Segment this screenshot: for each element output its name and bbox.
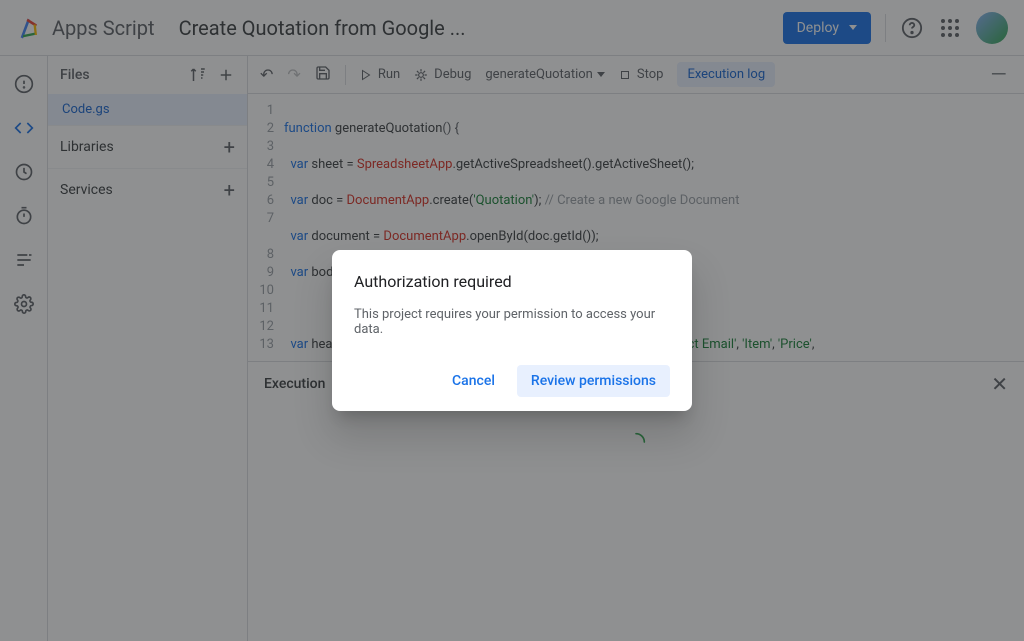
review-permissions-button[interactable]: Review permissions: [517, 365, 670, 397]
cancel-button[interactable]: Cancel: [438, 365, 509, 397]
dialog-actions: Cancel Review permissions: [354, 365, 670, 397]
authorization-dialog: Authorization required This project requ…: [332, 250, 692, 411]
dialog-title: Authorization required: [354, 272, 670, 291]
modal-scrim[interactable]: Authorization required This project requ…: [0, 0, 1024, 641]
dialog-message: This project requires your permission to…: [354, 307, 670, 337]
